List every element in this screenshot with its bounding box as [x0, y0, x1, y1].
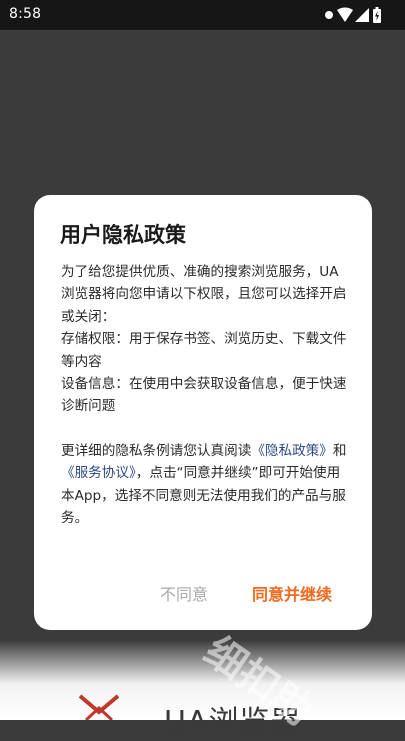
dialog-actions: 不同意 同意并继续 — [34, 581, 372, 607]
battery-icon — [373, 7, 381, 23]
privacy-policy-dialog: 用户隐私政策 为了给您提供优质、准确的搜索浏览服务，UA浏览器将向您申请以下权限… — [34, 195, 372, 630]
storage-permission-text: 存储权限：用于保存书签、浏览历史、下载文件等内容 — [61, 331, 347, 370]
service-agreement-link[interactable]: 《服务协议》 — [61, 465, 136, 481]
detail-prefix: 更详细的隐私条例请您认真阅读 — [61, 442, 252, 459]
app-logo-icon — [78, 694, 120, 720]
agree-continue-button[interactable]: 同意并继续 — [252, 581, 332, 605]
detail-text: 更详细的隐私条例请您认真阅读《隐私政策》和《服务协议》，点击“同意并继续”即可开… — [61, 440, 351, 530]
intro-text: 为了给您提供优质、准确的搜索浏览服务，UA浏览器将向您申请以下权限，且您可以选择… — [61, 264, 347, 325]
dialog-body: 为了给您提供优质、准确的搜索浏览服务，UA浏览器将向您申请以下权限，且您可以选择… — [61, 261, 351, 529]
and-text: 和 — [332, 442, 347, 459]
status-time: 8:58 — [9, 6, 42, 22]
privacy-policy-link[interactable]: 《隐私政策》 — [251, 443, 333, 459]
status-bar: 8:58 — [0, 0, 405, 30]
signal-icon — [355, 8, 369, 22]
disagree-button[interactable]: 不同意 — [160, 581, 208, 605]
notification-dot-icon — [325, 11, 333, 19]
wifi-icon — [337, 7, 353, 22]
device-info-text: 设备信息：在使用中会获取设备信息，便于快速诊断问题 — [61, 376, 347, 415]
dialog-title: 用户隐私政策 — [60, 223, 186, 247]
